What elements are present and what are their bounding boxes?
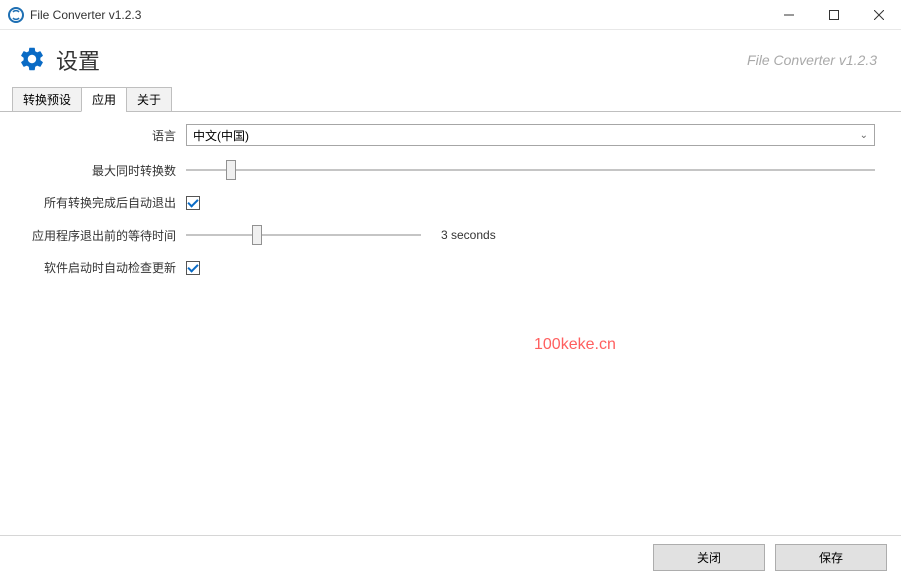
brand-text: File Converter v1.2.3 (747, 52, 877, 68)
maximize-button[interactable] (811, 0, 856, 30)
page-title: 设置 (56, 44, 100, 76)
wait-time-label: 应用程序退出前的等待时间 (26, 227, 186, 244)
close-dialog-button[interactable]: 关闭 (653, 544, 765, 571)
check-updates-label: 软件启动时自动检查更新 (26, 259, 186, 276)
close-button[interactable] (856, 0, 901, 30)
window-controls (766, 0, 901, 30)
check-updates-checkbox[interactable] (186, 261, 200, 275)
minimize-button[interactable] (766, 0, 811, 30)
save-button[interactable]: 保存 (775, 544, 887, 571)
tab-presets[interactable]: 转换预设 (12, 87, 82, 112)
tabs: 转换预设 应用 关于 (0, 86, 901, 112)
language-label: 语言 (26, 127, 186, 144)
window-title: File Converter v1.2.3 (30, 8, 141, 22)
app-icon (8, 7, 24, 23)
chevron-down-icon: ⌄ (860, 130, 868, 141)
max-concurrent-label: 最大同时转换数 (26, 162, 186, 179)
titlebar: File Converter v1.2.3 (0, 0, 901, 30)
settings-panel: 语言 中文(中国) ⌄ 最大同时转换数 所有转换完成后自动退出 应用程序退出前的… (12, 112, 889, 302)
tab-application[interactable]: 应用 (81, 87, 127, 112)
header: 设置 File Converter v1.2.3 (0, 30, 901, 86)
auto-exit-label: 所有转换完成后自动退出 (26, 194, 186, 211)
gear-icon (18, 45, 46, 76)
language-select[interactable]: 中文(中国) ⌄ (186, 124, 875, 146)
language-value: 中文(中国) (193, 127, 249, 144)
tab-about[interactable]: 关于 (126, 87, 172, 112)
footer: 关闭 保存 (0, 535, 901, 579)
wait-time-value: 3 seconds (441, 228, 496, 242)
max-concurrent-slider[interactable] (186, 160, 875, 180)
watermark: 100keke.cn (534, 336, 616, 354)
wait-time-slider[interactable] (186, 225, 421, 245)
auto-exit-checkbox[interactable] (186, 196, 200, 210)
